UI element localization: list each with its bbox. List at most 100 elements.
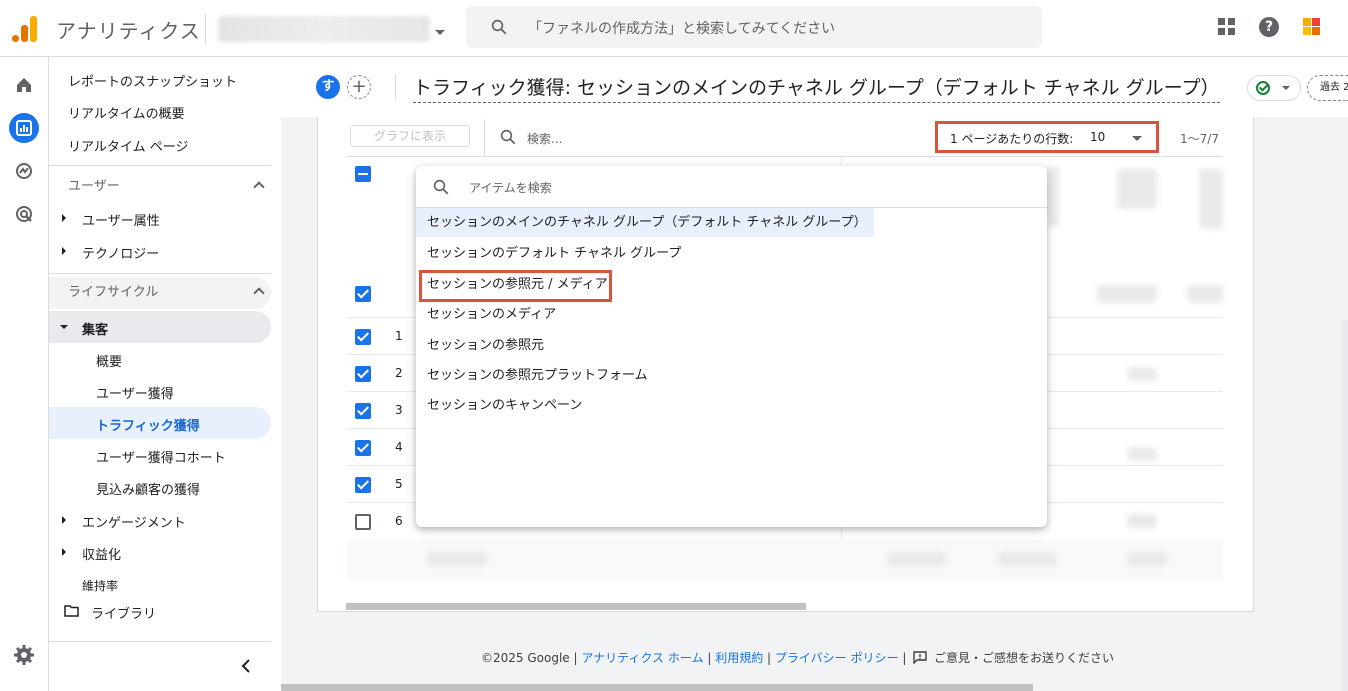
home-icon[interactable]	[9, 70, 39, 100]
search-icon	[500, 129, 516, 145]
option-highlight-box	[419, 270, 612, 302]
plot-rows-button[interactable]: グラフに表示	[350, 125, 470, 147]
nav-section-user[interactable]: ユーザー	[49, 171, 271, 203]
blurred-cell	[1187, 285, 1223, 303]
nav-item-snapshot[interactable]: レポートのスナップショット	[68, 71, 237, 90]
blurred-cell	[1127, 514, 1157, 528]
advertising-icon[interactable]	[9, 199, 39, 229]
nav-item-tech[interactable]: テクノロジー	[82, 243, 159, 262]
nav-item-lead-acquisition[interactable]: 見込み顧客の獲得	[96, 479, 200, 498]
analytics-logo-icon[interactable]	[12, 14, 38, 42]
dropdown-option[interactable]: セッションのメインのチャネル グループ（デフォルト チャネル グループ）	[416, 208, 874, 237]
table-horizontal-scrollbar[interactable]	[346, 603, 806, 610]
rows-per-page-label: 1 ページあたりの行数:	[950, 132, 1074, 146]
dropdown-option[interactable]: セッションのデフォルト チャネル グループ	[416, 239, 874, 268]
dropdown-option[interactable]: セッションのキャンペーン	[416, 391, 874, 420]
table-toolbar: グラフに表示 検索... 1 ページあたりの行数: 10 1〜7/7	[347, 119, 1223, 157]
footer-link-terms[interactable]: 利用規約	[715, 651, 763, 665]
row-checkbox[interactable]	[355, 329, 371, 345]
footer-link-privacy[interactable]: プライバシー ポリシー	[775, 651, 899, 665]
collapse-arrow-icon[interactable]	[60, 325, 68, 329]
add-comparison-button[interactable]: +	[347, 75, 371, 99]
expand-arrow-icon[interactable]	[62, 214, 66, 222]
blurred-cell	[1097, 285, 1157, 303]
nav-section-lifecycle[interactable]: ライフサイクル	[49, 277, 271, 309]
search-icon	[433, 179, 449, 195]
table-search-input[interactable]: 検索...	[527, 130, 562, 147]
expand-arrow-icon[interactable]	[62, 516, 66, 524]
nav-section-label: ライフサイクル	[68, 285, 159, 300]
row-number: 6	[395, 514, 403, 528]
settings-gear-icon[interactable]	[9, 640, 39, 670]
footer-link-home[interactable]: アナリティクス ホーム	[581, 651, 703, 665]
divider	[205, 14, 206, 44]
dropdown-search-input[interactable]: アイテムを検索	[469, 179, 552, 196]
feedback-icon[interactable]	[913, 651, 927, 665]
apps-grid-icon[interactable]	[1216, 16, 1238, 38]
footer-separator: |	[707, 651, 712, 665]
nav-item-traffic-acquisition[interactable]: トラフィック獲得	[96, 415, 200, 434]
nav-item-engagement[interactable]: エンゲージメント	[82, 512, 186, 531]
segment-avatar[interactable]: す	[316, 75, 340, 99]
header-checkbox[interactable]	[355, 286, 371, 302]
explore-icon[interactable]	[9, 156, 39, 186]
nav-item-demographics[interactable]: ユーザー属性	[82, 210, 160, 229]
account-selector[interactable]	[218, 16, 430, 42]
select-all-checkbox[interactable]	[355, 166, 371, 182]
copyright: ©2025 Google |	[481, 651, 578, 665]
search-icon	[491, 19, 507, 35]
row-checkbox[interactable]	[355, 477, 371, 493]
dropdown-option[interactable]: セッションのメディア	[416, 300, 874, 329]
nav-item-realtime-pages[interactable]: リアルタイム ページ	[68, 136, 188, 155]
nav-item-realtime-overview[interactable]: リアルタイムの概要	[68, 103, 185, 122]
blurred-cell	[1199, 169, 1223, 229]
reports-icon[interactable]	[9, 113, 39, 143]
row-checkbox[interactable]	[355, 440, 371, 456]
row-checkbox[interactable]	[355, 514, 371, 530]
page-vertical-scrollbar[interactable]	[1341, 320, 1348, 691]
row-number: 1	[395, 329, 403, 343]
nav-item-acq-cohort[interactable]: ユーザー獲得コホート	[96, 447, 226, 466]
row-checkbox[interactable]	[355, 366, 371, 382]
blurred-cell	[1127, 367, 1157, 381]
global-search-input[interactable]: 「ファネルの作成方法」と検索してみてください	[466, 6, 1042, 48]
nav-item-retention[interactable]: 維持率	[82, 577, 118, 594]
row-number: 4	[395, 440, 403, 454]
expand-arrow-icon[interactable]	[62, 548, 66, 556]
nav-item-acquisition[interactable]: 集客	[82, 319, 108, 338]
expand-arrow-icon[interactable]	[62, 247, 66, 255]
top-bar: アナリティクス 「ファネルの作成方法」と検索してみてください ?	[0, 0, 1348, 57]
product-switcher-icon[interactable]	[1303, 18, 1321, 36]
nav-panel: レポートのスナップショット リアルタイムの概要 リアルタイム ページ ユーザー …	[49, 57, 281, 691]
dropdown-option[interactable]: セッションの参照元	[416, 331, 874, 360]
chevron-down-icon	[1282, 86, 1290, 90]
divider	[484, 119, 485, 157]
chevron-down-icon[interactable]	[1132, 136, 1142, 141]
nav-item-monetization[interactable]: 収益化	[82, 544, 121, 563]
totals-row	[347, 540, 1223, 580]
divider	[49, 273, 271, 274]
report-title[interactable]: トラフィック獲得: セッションのメインのチャネル グループ（デフォルト チャネル…	[413, 73, 1220, 103]
chevron-down-icon[interactable]	[435, 30, 445, 35]
footer-separator: |	[767, 651, 772, 665]
rows-per-page-select[interactable]: 10	[1090, 130, 1105, 144]
date-range-button[interactable]: 過去 2	[1307, 75, 1348, 101]
dimension-dropdown: アイテムを検索 セッションのメインのチャネル グループ（デフォルト チャネル グ…	[416, 166, 1047, 527]
row-number: 5	[395, 477, 403, 491]
nav-item-user-acquisition[interactable]: ユーザー獲得	[96, 383, 174, 402]
help-icon[interactable]: ?	[1259, 17, 1279, 37]
divider	[395, 74, 396, 100]
page-horizontal-scrollbar[interactable]	[281, 684, 1033, 691]
footer-link-feedback[interactable]: ご意見・ご感想をお送りください	[934, 651, 1114, 665]
nav-item-acq-overview[interactable]: 概要	[96, 351, 122, 370]
pagination-range: 1〜7/7	[1180, 132, 1219, 146]
collapse-nav-icon[interactable]	[241, 659, 251, 673]
divider	[49, 641, 271, 642]
row-checkbox[interactable]	[355, 403, 371, 419]
report-status-button[interactable]	[1247, 75, 1301, 101]
nav-section-label: ユーザー	[68, 179, 120, 194]
blurred-cell	[1047, 167, 1059, 227]
nav-item-library[interactable]: ライブラリ	[91, 603, 156, 622]
blurred-cell	[887, 552, 947, 566]
dropdown-option[interactable]: セッションの参照元プラットフォーム	[416, 361, 874, 390]
